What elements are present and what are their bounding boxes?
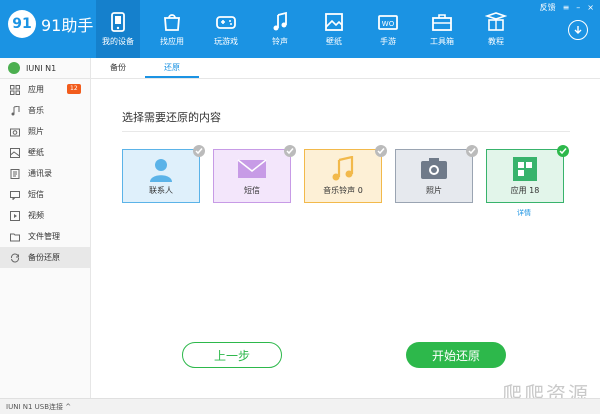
nav-label: 手游 (380, 37, 396, 46)
nav-label: 工具箱 (430, 37, 454, 46)
wallpaper-icon (10, 147, 20, 158)
check-icon[interactable] (193, 145, 205, 157)
sidebar-item-label: 文件管理 (28, 232, 60, 241)
restore-card-photos[interactable]: 照片 (395, 145, 478, 203)
card-label: 联系人 (149, 186, 173, 195)
previous-step-button[interactable]: 上一步 (182, 342, 282, 368)
card-label: 照片 (426, 186, 442, 195)
tab-backup[interactable]: 备份 (91, 58, 145, 78)
nav-my-device[interactable]: 我的设备 (96, 0, 140, 58)
toolbox-icon (432, 14, 452, 31)
restore-card-music[interactable]: 音乐铃声 0 (304, 145, 387, 203)
grid-icon (10, 84, 20, 95)
app-store-icon (164, 14, 180, 31)
folder-icon (10, 233, 20, 241)
nav-find-app[interactable]: 找应用 (150, 0, 194, 58)
device-icon (111, 12, 125, 32)
nav-ringtone[interactable]: 铃声 (258, 0, 302, 58)
music-note-icon (273, 11, 287, 31)
nav-toolbox[interactable]: 工具箱 (420, 0, 464, 58)
sidebar-item-label: 壁纸 (28, 148, 44, 157)
minimize-icon[interactable]: – (576, 3, 580, 12)
sidebar-item-sms[interactable]: 短信 (0, 184, 90, 205)
tutorial-icon (485, 12, 507, 31)
sidebar: IUNI N1 应用 12 音乐 照片 壁纸 通讯录 短信 视频 文件管理 备份… (0, 58, 91, 398)
start-restore-button[interactable]: 开始还原 (406, 342, 506, 368)
sidebar-item-label: 视频 (28, 211, 44, 220)
sidebar-item-wallpaper[interactable]: 壁纸 (0, 142, 90, 163)
nav-label: 壁纸 (326, 37, 342, 46)
camera-icon (10, 128, 20, 136)
nav-label: 铃声 (272, 37, 288, 46)
card-label: 短信 (244, 186, 260, 195)
nav-play-game[interactable]: 玩游戏 (204, 0, 248, 58)
restore-card-sms[interactable]: 短信 (213, 145, 296, 203)
nav-label: 找应用 (160, 37, 184, 46)
download-button[interactable] (568, 20, 588, 40)
sidebar-item-apps[interactable]: 应用 12 (0, 79, 90, 100)
svg-text:WO: WO (382, 20, 395, 28)
check-icon[interactable] (375, 145, 387, 157)
device-header[interactable]: IUNI N1 (0, 58, 90, 79)
arrow-down-icon (574, 26, 582, 34)
nav-tutorial[interactable]: 教程 (474, 0, 518, 58)
tab-restore[interactable]: 还原 (145, 58, 199, 78)
sidebar-item-backup-restore[interactable]: 备份还原 (0, 247, 90, 268)
sidebar-item-video[interactable]: 视频 (0, 205, 90, 226)
close-icon[interactable]: × (587, 3, 594, 12)
wallpaper-icon (325, 13, 343, 31)
sidebar-item-label: 应用 (28, 85, 44, 94)
sidebar-item-label: 通讯录 (28, 169, 52, 178)
page-title: 选择需要还原的内容 (122, 111, 221, 124)
sync-icon (10, 253, 20, 262)
feedback-link[interactable]: 反馈 (540, 2, 556, 13)
nav-mobile-game[interactable]: WO 手游 (366, 0, 410, 58)
connection-status[interactable]: IUNI N1 USB连接 ^ (6, 402, 71, 412)
card-label: 音乐铃声 0 (323, 186, 363, 195)
check-icon[interactable] (557, 145, 569, 157)
message-icon (10, 190, 20, 200)
mobile-game-icon: WO (378, 15, 398, 30)
video-icon (10, 210, 20, 221)
menu-icon[interactable]: ≡ (563, 3, 570, 12)
restore-card-contacts[interactable]: 联系人 (122, 145, 205, 203)
check-icon[interactable] (466, 145, 478, 157)
logo-mark: 91 (8, 10, 36, 38)
envelope-icon (237, 159, 267, 178)
main-nav: 我的设备 找应用 玩游戏 铃声 壁纸 WO 手游 工具箱 教程 (96, 0, 528, 58)
sidebar-item-label: 照片 (28, 127, 44, 136)
details-link[interactable]: 详情 (517, 208, 531, 218)
divider (122, 131, 570, 132)
app-title: 91助手 (41, 16, 94, 35)
sidebar-item-files[interactable]: 文件管理 (0, 226, 90, 247)
tab-bar: 备份 还原 (91, 58, 600, 79)
nav-label: 教程 (488, 37, 504, 46)
nav-wallpaper[interactable]: 壁纸 (312, 0, 356, 58)
app-logo: 91 91助手 (8, 10, 93, 38)
game-icon (216, 16, 236, 29)
nav-label: 我的设备 (102, 37, 134, 46)
contacts-icon (10, 168, 20, 179)
music-note-icon (332, 156, 354, 181)
status-bar: IUNI N1 USB连接 ^ (0, 398, 600, 414)
card-label: 应用 18 (510, 186, 540, 195)
update-badge: 12 (67, 84, 81, 94)
app-grid-icon (513, 157, 537, 181)
restore-card-apps[interactable]: 应用 18 (486, 145, 569, 203)
sidebar-item-label: 音乐 (28, 106, 44, 115)
sidebar-item-label: 备份还原 (28, 253, 60, 262)
device-name: IUNI N1 (26, 63, 57, 73)
camera-icon (421, 158, 447, 179)
person-icon (150, 159, 172, 182)
sidebar-item-contacts[interactable]: 通讯录 (0, 163, 90, 184)
sidebar-item-photos[interactable]: 照片 (0, 121, 90, 142)
sidebar-item-label: 短信 (28, 190, 44, 199)
check-icon[interactable] (284, 145, 296, 157)
android-icon (8, 62, 20, 74)
nav-label: 玩游戏 (214, 37, 238, 46)
music-icon (11, 105, 20, 115)
sidebar-item-music[interactable]: 音乐 (0, 100, 90, 121)
window-controls: 反馈 ≡ – × (533, 2, 594, 13)
top-bar: 91 91助手 我的设备 找应用 玩游戏 铃声 壁纸 WO 手游 工具箱 教程 … (0, 0, 600, 58)
